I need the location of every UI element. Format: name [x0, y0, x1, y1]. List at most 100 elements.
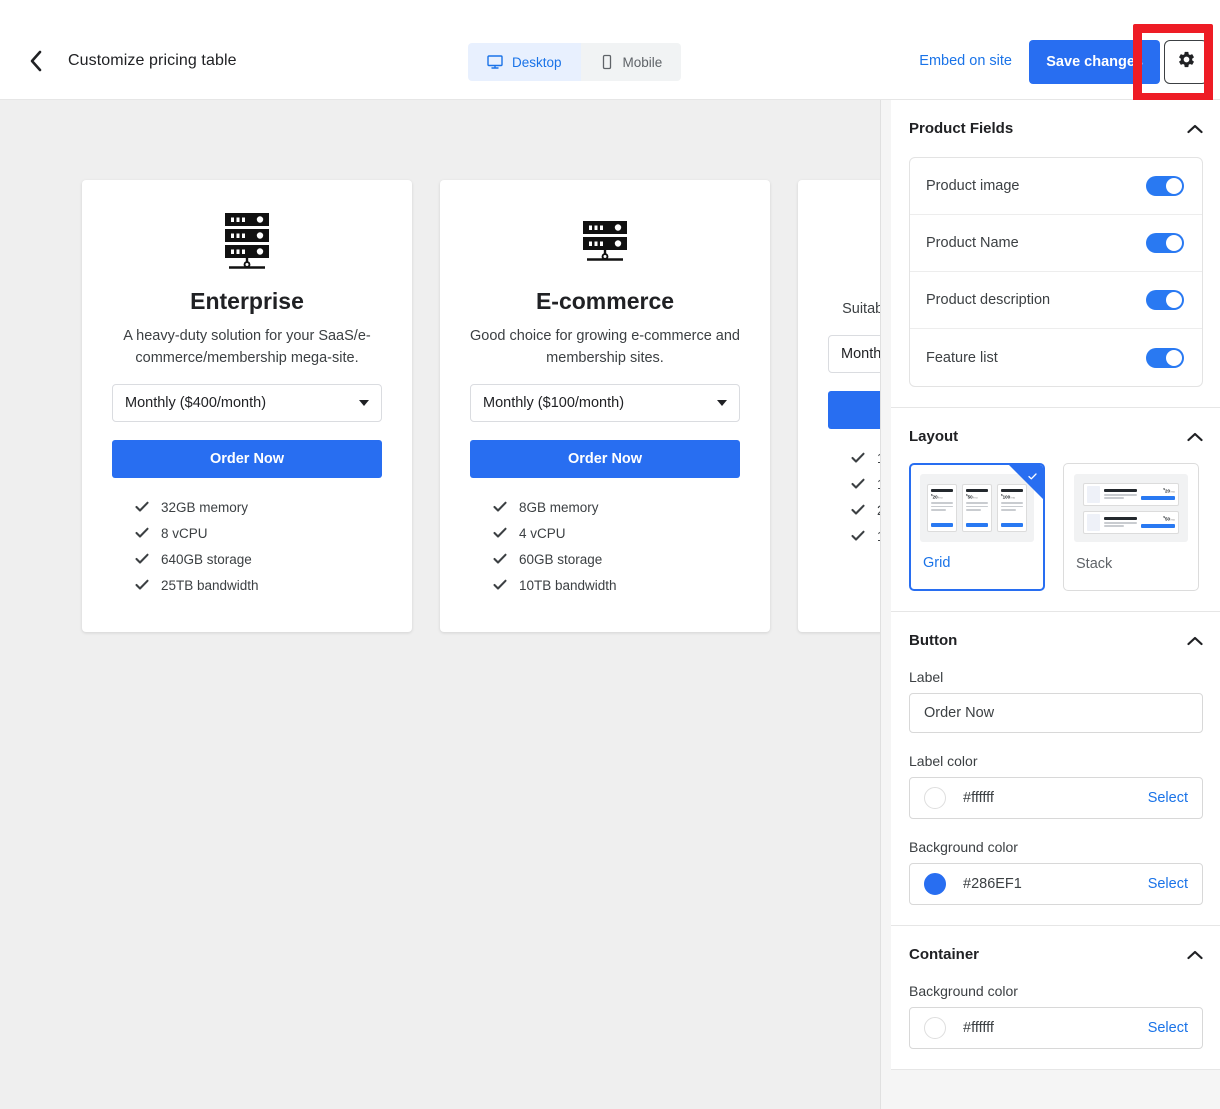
feature-label: 4 vCPU	[519, 525, 566, 541]
feature-label: 32GB memory	[161, 499, 249, 515]
section-layout: Layout $20/mo $50/mo $100/mo Grid $20/mo…	[891, 408, 1220, 612]
tab-mobile-label: Mobile	[622, 54, 663, 70]
order-now-button[interactable]: Order Now	[470, 439, 740, 478]
color-value: #286EF1	[963, 876, 1022, 892]
chevron-down-icon	[359, 399, 369, 406]
check-icon	[851, 530, 865, 542]
order-now-button[interactable]: Order Now	[112, 439, 382, 478]
feature-item: 10TB bandwidth	[493, 578, 735, 593]
mini-stack-row: $20/mo	[1083, 482, 1179, 506]
server-rack-2-icon	[579, 210, 631, 272]
button-label-color-label: Label color	[909, 753, 978, 769]
color-swatch[interactable]	[924, 873, 946, 895]
section-title: Product Fields	[909, 120, 1014, 137]
select-color-link[interactable]: Select	[1148, 1020, 1188, 1036]
section-container: Container Background color #ffffff Selec…	[891, 926, 1220, 1070]
tab-mobile[interactable]: Mobile	[580, 43, 682, 81]
mini-price-suffix: /mo	[937, 495, 943, 500]
layout-option-label: Grid	[923, 555, 951, 571]
chevron-up-icon[interactable]	[1187, 432, 1203, 442]
check-icon	[851, 452, 865, 464]
check-icon	[851, 478, 865, 490]
feature-item: 4 vCPU	[493, 526, 735, 541]
field-label: Product Name	[926, 235, 1019, 251]
save-changes-button[interactable]: Save changes	[1029, 40, 1160, 84]
section-title: Button	[909, 632, 958, 649]
plan-select[interactable]: Monthly ($400/month)	[112, 383, 382, 422]
feature-item: 60GB storage	[493, 552, 735, 567]
button-bg-color-label: Background color	[909, 839, 1018, 855]
toggle-knob	[1166, 178, 1182, 194]
selected-corner	[1009, 465, 1043, 499]
check-icon	[851, 504, 865, 516]
color-value: #ffffff	[963, 790, 994, 806]
color-swatch[interactable]	[924, 1017, 946, 1039]
color-swatch[interactable]	[924, 787, 946, 809]
toggle-knob	[1166, 292, 1182, 308]
pricing-card: Enterprise A heavy-duty solution for you…	[82, 180, 412, 632]
toggle-product-description[interactable]	[1146, 290, 1184, 310]
container-bg-color-field[interactable]: #ffffff Select	[909, 1007, 1203, 1049]
back-button[interactable]	[22, 47, 50, 75]
toggle-knob	[1166, 349, 1182, 366]
plan-select-value: Monthly ($100/month)	[483, 394, 625, 411]
field-label: Product description	[926, 292, 1051, 308]
toggle-product-name[interactable]	[1146, 233, 1184, 253]
mini-card: $20/mo	[927, 484, 957, 532]
color-value: #ffffff	[963, 1020, 994, 1036]
feature-item: 25TB bandwidth	[135, 578, 377, 593]
section-button-header[interactable]: Button	[909, 632, 1203, 649]
layout-options: $20/mo $50/mo $100/mo Grid $20/mo $50/mo…	[909, 463, 1203, 591]
feature-label: 25TB bandwidth	[161, 577, 259, 593]
chevron-up-icon[interactable]	[1187, 950, 1203, 960]
section-product-fields: Product Fields Product image Product Nam…	[891, 100, 1220, 408]
section-product-fields-header[interactable]: Product Fields	[909, 120, 1203, 137]
feature-label: 10TB bandwidth	[519, 577, 617, 593]
settings-panel: Product Fields Product image Product Nam…	[880, 100, 1220, 1109]
plan-select[interactable]: Monthly ($100/month)	[470, 383, 740, 422]
toggle-feature-list[interactable]	[1146, 347, 1184, 368]
button-label-color-field[interactable]: #ffffff Select	[909, 777, 1203, 819]
container-bg-color-label: Background color	[909, 983, 1018, 999]
check-circle-icon	[1026, 470, 1039, 483]
phone-icon	[600, 54, 614, 70]
select-color-link[interactable]: Select	[1148, 876, 1188, 892]
section-button: Button Label Label color #ffffff Select …	[891, 612, 1220, 926]
layout-option-label: Stack	[1076, 556, 1113, 572]
feature-item: 32GB memory	[135, 500, 377, 515]
section-container-header[interactable]: Container	[909, 946, 1203, 963]
layout-option-stack[interactable]: $20/mo $50/mo Stack	[1063, 463, 1199, 591]
plan-select-value: Monthly ($400/month)	[125, 394, 267, 411]
button-label-label: Label	[909, 669, 944, 685]
check-icon	[135, 579, 149, 591]
card-title: Enterprise	[190, 288, 304, 314]
chevron-up-icon[interactable]	[1187, 124, 1203, 134]
check-icon	[135, 501, 149, 513]
button-bg-color-field[interactable]: #286EF1 Select	[909, 863, 1203, 905]
embed-on-site-link[interactable]: Embed on site	[919, 53, 1012, 69]
section-layout-header[interactable]: Layout	[909, 428, 1203, 445]
feature-list: 8GB memory 4 vCPU 60GB storage 10TB band…	[465, 500, 735, 604]
select-color-link[interactable]: Select	[1148, 790, 1188, 806]
field-row-product-image: Product image	[910, 158, 1202, 215]
tab-desktop-label: Desktop	[512, 54, 562, 70]
toggle-product-image[interactable]	[1146, 176, 1184, 196]
product-fields-group: Product image Product Name Product descr…	[909, 157, 1203, 387]
chevron-up-icon[interactable]	[1187, 636, 1203, 646]
card-description: Good choice for growing e-commerce and m…	[470, 328, 740, 366]
field-row-product-description: Product description	[910, 272, 1202, 329]
card-description: A heavy-duty solution for your SaaS/e-co…	[123, 328, 371, 366]
check-icon	[493, 553, 507, 565]
settings-button[interactable]	[1164, 40, 1208, 84]
feature-item: 8 vCPU	[135, 526, 377, 541]
app-root: Customize pricing table Desktop Mobile E…	[0, 0, 1220, 1109]
feature-label: 640GB storage	[161, 551, 252, 567]
top-header: Customize pricing table Desktop Mobile E…	[0, 0, 1220, 102]
tab-desktop[interactable]: Desktop	[468, 43, 581, 81]
check-icon	[493, 527, 507, 539]
check-icon	[493, 501, 507, 513]
button-label-input[interactable]	[909, 693, 1203, 733]
layout-option-grid[interactable]: $20/mo $50/mo $100/mo Grid	[909, 463, 1045, 591]
check-icon	[135, 553, 149, 565]
field-row-feature-list: Feature list	[910, 329, 1202, 386]
